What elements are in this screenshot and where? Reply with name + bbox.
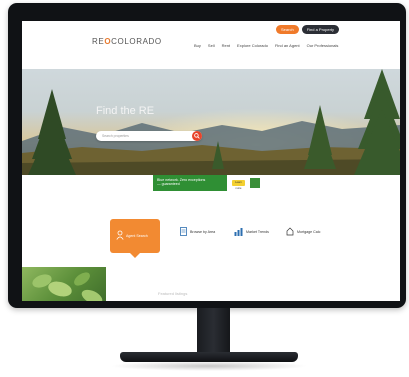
nav-item-sell[interactable]: Sell [208,43,215,48]
leaf-image [32,272,103,301]
tab-label: Mortgage Calc [297,229,321,234]
browse-icon [180,227,187,236]
website-screen: REOCOLORADO Search Find a Property Buy S… [22,21,400,301]
nav-item-professionals[interactable]: Our Professionals [307,43,339,48]
tab-browse-area[interactable]: Browse by Area [180,227,215,236]
banner-cta-button[interactable]: Learn more [232,180,245,190]
search-icon [194,133,200,139]
hero-section: Find the RE Search properties [22,69,400,175]
search-placeholder: Search properties [102,134,129,138]
search-top-button[interactable]: Search [276,25,299,34]
search-button[interactable] [192,131,202,141]
hero-title: Find the RE [96,105,155,117]
tab-label: Market Trends [246,229,269,234]
chart-icon [234,228,243,236]
featured-photo[interactable] [22,267,106,301]
nav-item-rent[interactable]: Rent [222,43,230,48]
tab-label: Agent Search [126,234,148,238]
hero-landscape [22,69,400,175]
agent-icon [116,230,124,240]
section-heading: Featured listings [158,291,188,296]
feature-tabs: Agent Search Browse by Area Market Trend… [110,219,370,259]
nav-item-buy[interactable]: Buy [194,43,201,48]
search-bar[interactable]: Search properties [96,131,202,141]
tab-mortgage-calc[interactable]: Mortgage Calc [286,227,320,236]
banner-line-2: — guaranteed [157,182,180,187]
nav-item-find-agent[interactable]: Find an Agent [275,43,300,48]
site-logo[interactable]: REOCOLORADO [92,37,162,46]
site-header: REOCOLORADO Search Find a Property Buy S… [22,21,400,69]
monitor-frame: REOCOLORADO Search Find a Property Buy S… [8,3,406,308]
banner-logo-icon [250,178,260,188]
nav-item-explore[interactable]: Explore Colorado [237,43,268,48]
find-property-button[interactable]: Find a Property [301,25,340,34]
stand-shadow [110,361,308,371]
logo-prefix: RE [92,37,105,46]
promo-banner[interactable]: Blue network. Zero exceptions — guarante… [153,175,263,191]
mortgage-icon [286,227,294,236]
tab-label: Browse by Area [190,229,216,234]
tab-agent-search[interactable]: Agent Search [110,219,160,258]
top-buttons: Search Find a Property [276,25,340,34]
tab-market-trends[interactable]: Market Trends [234,227,269,236]
logo-suffix: COLORADO [111,37,162,46]
main-nav: Buy Sell Rent Explore Colorado Find an A… [194,43,338,48]
banner-text-block: Blue network. Zero exceptions — guarante… [153,175,227,191]
